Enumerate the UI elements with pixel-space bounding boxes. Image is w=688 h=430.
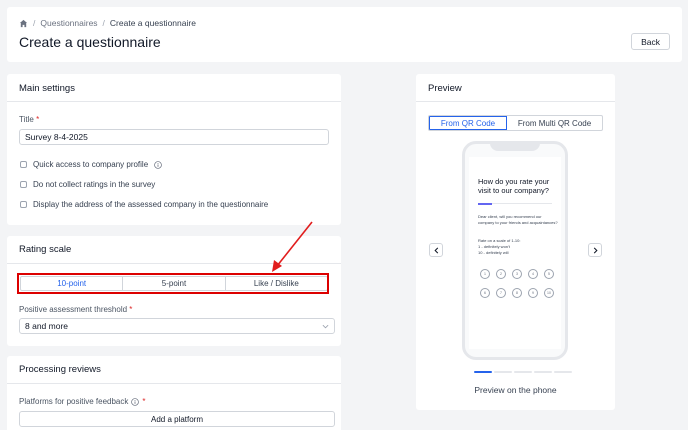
threshold-label: Positive assessment threshold * — [19, 305, 133, 314]
rating-dot-6: 6 — [480, 288, 490, 298]
phone-scale-high: 10 - definitely will — [478, 250, 509, 255]
title-field-label: Title * — [19, 115, 40, 124]
phone-notch — [490, 144, 540, 151]
title-input[interactable]: Survey 8-4-2025 — [19, 129, 329, 145]
info-icon[interactable] — [131, 397, 140, 406]
home-icon[interactable] — [19, 19, 28, 28]
divider — [7, 101, 341, 102]
breadcrumb: / Questionnaires / Create a questionnair… — [19, 18, 196, 28]
pager-indicator[interactable] — [494, 371, 512, 373]
preview-title: Preview — [428, 83, 462, 94]
checkbox[interactable] — [20, 161, 27, 168]
checkbox[interactable] — [20, 201, 27, 208]
breadcrumb-separator: / — [33, 18, 36, 28]
checkbox-quick-access[interactable]: Quick access to company profile — [20, 160, 162, 169]
rating-dot-10: 10 — [544, 288, 554, 298]
rating-dot-7: 7 — [496, 288, 506, 298]
phone-screen: How do you rate your visit to our compan… — [469, 157, 561, 349]
checkbox-display-address[interactable]: Display the address of the assessed comp… — [20, 200, 268, 209]
divider — [416, 101, 615, 102]
phone-mockup: How do you rate your visit to our compan… — [462, 141, 568, 360]
processing-reviews-card: Processing reviews Platforms for positiv… — [7, 356, 341, 430]
add-platform-button[interactable]: Add a platform — [19, 411, 335, 427]
pager-indicator[interactable] — [474, 371, 492, 373]
checkbox-label: Display the address of the assessed comp… — [33, 200, 269, 209]
rating-dot-1: 1 — [480, 269, 490, 279]
threshold-value: 8 and more — [25, 321, 68, 331]
processing-reviews-title: Processing reviews — [19, 364, 101, 375]
rating-dot-9: 9 — [528, 288, 538, 298]
checkbox[interactable] — [20, 181, 27, 188]
breadcrumb-questionnaires[interactable]: Questionnaires — [40, 18, 97, 28]
rating-dot-3: 3 — [512, 269, 522, 279]
phone-body: Dear client, will you recommend our comp… — [478, 214, 558, 225]
next-button[interactable] — [588, 243, 602, 257]
page-header: / Questionnaires / Create a questionnair… — [7, 7, 682, 62]
rating-dot-8: 8 — [512, 288, 522, 298]
rating-scale-title: Rating scale — [19, 244, 72, 255]
phone-question: How do you rate your visit to our compan… — [478, 177, 550, 195]
tab-from-multi-qr-code[interactable]: From Multi QR Code — [507, 116, 602, 130]
preview-tabs: From QR Code From Multi QR Code — [428, 115, 603, 131]
phone-scale-low: 1 - definitely won't — [478, 244, 510, 249]
chevron-left-icon — [433, 247, 438, 253]
page-title: Create a questionnaire — [19, 34, 161, 50]
pager-indicator[interactable] — [514, 371, 532, 373]
rating-dot-4: 4 — [528, 269, 538, 279]
rating-dot-5: 5 — [544, 269, 554, 279]
phone-progress — [478, 203, 492, 205]
preview-card: Preview From QR Code From Multi QR Code … — [416, 74, 615, 410]
divider — [7, 383, 341, 384]
back-button[interactable]: Back — [631, 33, 670, 50]
pager-indicator[interactable] — [554, 371, 572, 373]
chevron-down-icon — [322, 324, 329, 329]
breadcrumb-current: Create a questionnaire — [109, 18, 196, 28]
phone-progress-track — [492, 203, 552, 204]
breadcrumb-separator: / — [102, 18, 105, 28]
prev-button[interactable] — [429, 243, 443, 257]
tab-from-qr-code[interactable]: From QR Code — [429, 116, 507, 130]
scale-option-like-dislike[interactable]: Like / Dislike — [226, 277, 327, 290]
checkbox-label: Do not collect ratings in the survey — [33, 180, 156, 189]
main-settings-title: Main settings — [19, 83, 75, 94]
info-icon[interactable] — [154, 160, 162, 169]
threshold-select[interactable]: 8 and more — [19, 318, 335, 334]
scale-option-10-point[interactable]: 10-point — [21, 277, 124, 290]
rating-scale-selector: 10-point 5-point Like / Dislike — [20, 276, 328, 291]
pager-indicator[interactable] — [534, 371, 552, 373]
main-settings-card: Main settings Title * Survey 8-4-2025 Qu… — [7, 74, 341, 225]
annotation-arrow — [272, 221, 313, 272]
scale-option-5-point[interactable]: 5-point — [123, 277, 226, 290]
rating-dot-2: 2 — [496, 269, 506, 279]
phone-scale-intro: Rate on a scale of 1-10: — [478, 238, 521, 243]
checkbox-label: Quick access to company profile — [33, 160, 149, 169]
preview-caption: Preview on the phone — [474, 385, 557, 395]
chevron-right-icon — [593, 247, 598, 253]
platforms-label: Platforms for positive feedback * — [19, 397, 146, 406]
checkbox-no-ratings[interactable]: Do not collect ratings in the survey — [20, 180, 155, 189]
